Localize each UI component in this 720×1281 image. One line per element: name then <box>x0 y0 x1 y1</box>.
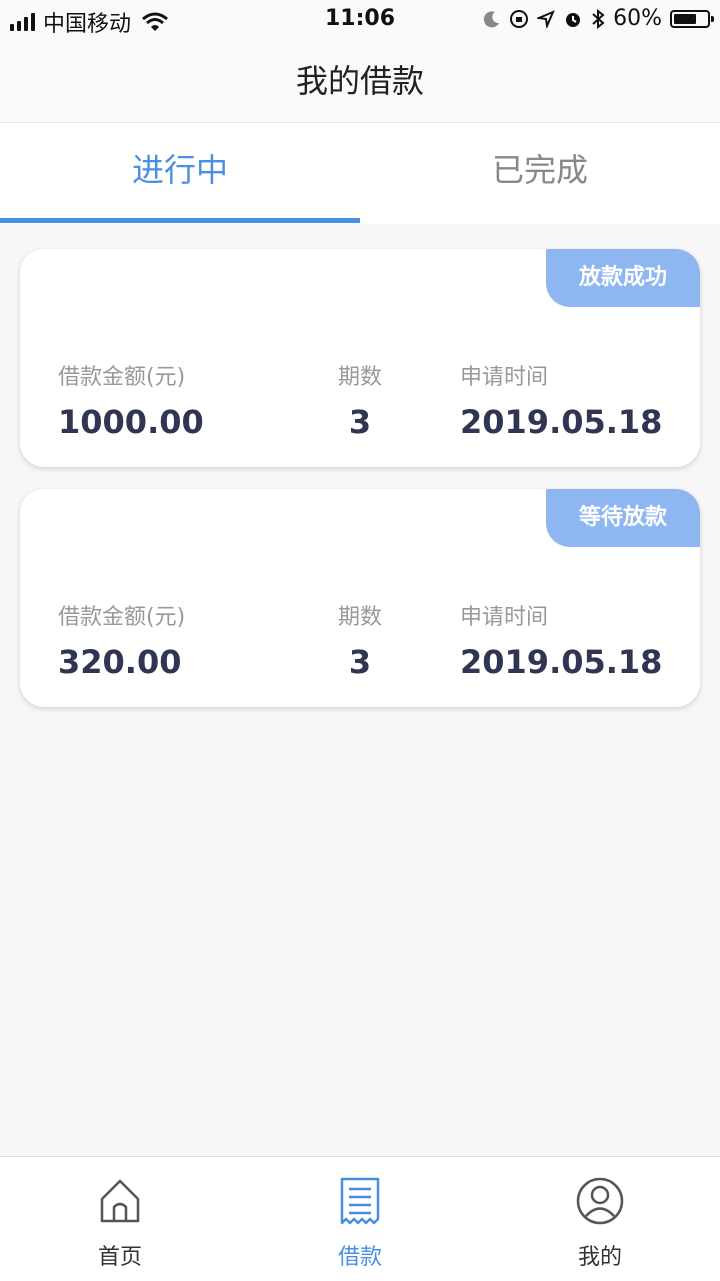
periods-value: 3 <box>348 643 372 681</box>
alarm-icon <box>566 12 581 27</box>
bluetooth-icon <box>592 8 605 29</box>
moon-icon <box>483 10 500 27</box>
bottom-tab-bar: 首页 借款 我的 <box>0 1156 720 1281</box>
status-badge: 等待放款 <box>546 489 700 547</box>
date-label: 申请时间 <box>460 605 549 630</box>
status-badge: 放款成功 <box>546 249 700 307</box>
periods-label: 期数 <box>337 365 382 390</box>
page-title: 我的借款 <box>295 62 424 100</box>
amount-value: 1000.00 <box>58 403 204 441</box>
status-bar: 中国移动 11:06 60% <box>0 0 720 40</box>
user-icon <box>576 1177 624 1225</box>
nav-profile[interactable]: 我的 <box>480 1157 720 1281</box>
nav-loans[interactable]: 借款 <box>240 1157 480 1281</box>
amount-value: 320.00 <box>58 643 182 681</box>
segment-tabs: 进行中 已完成 <box>0 123 720 224</box>
tab-in-progress[interactable]: 进行中 <box>0 123 360 218</box>
receipt-icon <box>340 1177 380 1225</box>
nav-home-label: 首页 <box>97 1245 142 1270</box>
date-value: 2019.05.18 <box>460 643 663 681</box>
nav-loans-label: 借款 <box>337 1245 382 1270</box>
date-value: 2019.05.18 <box>460 403 663 441</box>
amount-label: 借款金额(元) <box>58 605 186 630</box>
tab-indicator <box>0 218 360 223</box>
periods-label: 期数 <box>337 605 382 630</box>
location-icon <box>537 9 555 28</box>
loan-card[interactable]: 等待放款 借款金额(元) 320.00 期数 3 申请时间 2019.05.18 <box>20 489 700 707</box>
nav-profile-label: 我的 <box>577 1245 622 1270</box>
home-icon <box>100 1179 140 1223</box>
date-label: 申请时间 <box>460 365 549 390</box>
tab-completed[interactable]: 已完成 <box>360 123 720 218</box>
battery-icon <box>670 9 714 28</box>
amount-label: 借款金额(元) <box>58 365 186 390</box>
rotation-lock-icon <box>510 9 529 28</box>
nav-home[interactable]: 首页 <box>0 1157 240 1281</box>
periods-value: 3 <box>348 403 372 441</box>
nav-bar: 我的借款 <box>0 40 720 123</box>
battery-percent: 60% <box>613 6 662 31</box>
loan-card[interactable]: 放款成功 借款金额(元) 1000.00 期数 3 申请时间 2019.05.1… <box>20 249 700 467</box>
